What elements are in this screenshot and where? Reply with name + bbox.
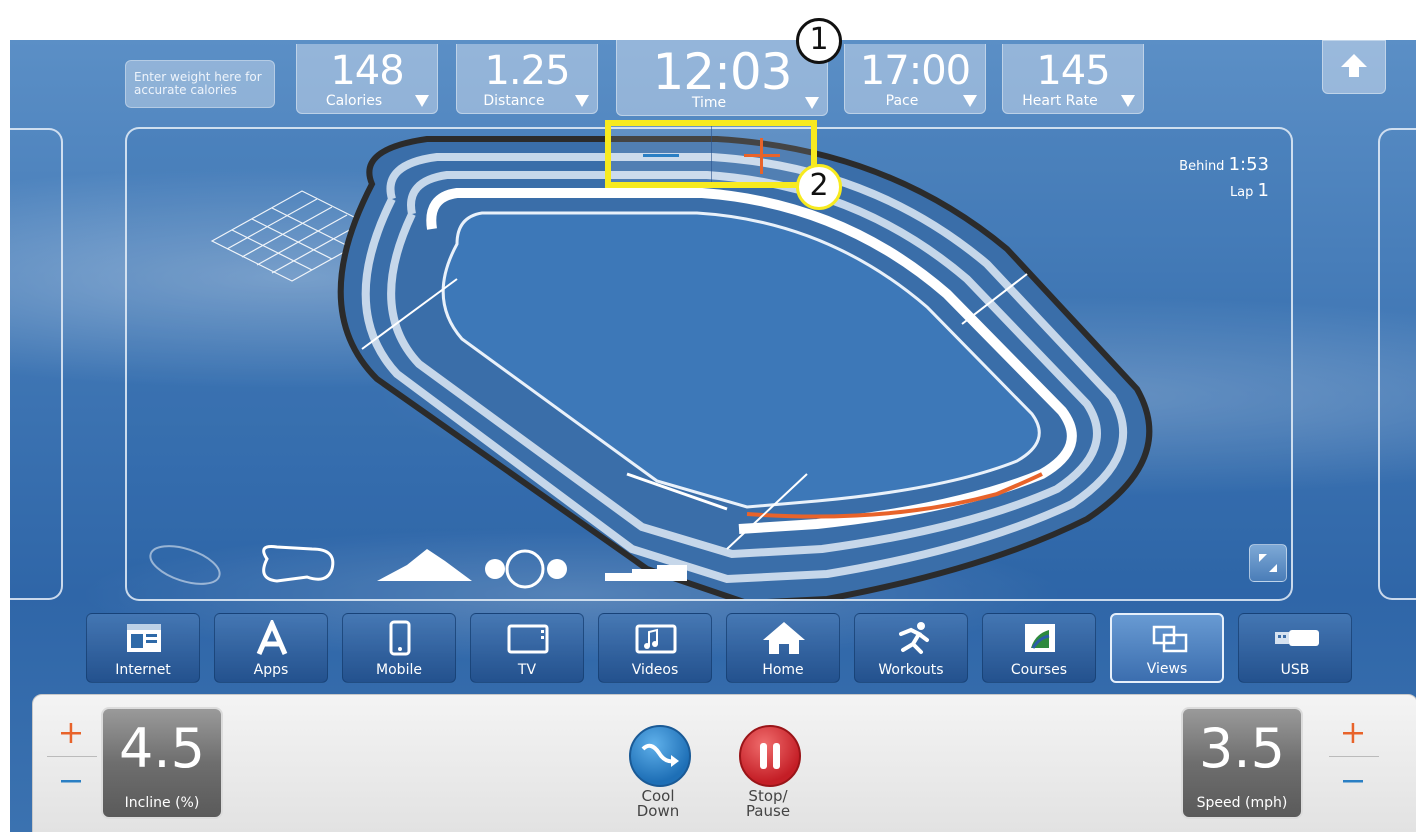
lap-label: Lap bbox=[1229, 185, 1254, 200]
speed-value: 3.5 bbox=[1199, 717, 1285, 780]
minus-icon bbox=[1343, 780, 1363, 783]
time-stat[interactable]: 12:03 Time bbox=[616, 40, 828, 116]
right-panel-edge[interactable] bbox=[1378, 128, 1416, 600]
views-icon bbox=[1152, 625, 1188, 653]
callout-marker-1: 1 bbox=[796, 18, 842, 64]
plus-icon bbox=[744, 138, 780, 174]
incline-label: Incline (%) bbox=[124, 795, 200, 811]
nav-label: Apps bbox=[253, 662, 289, 678]
speed-down-button[interactable] bbox=[1329, 758, 1379, 804]
incline-readout[interactable]: 4.5 Incline (%) bbox=[101, 707, 223, 819]
expand-button[interactable] bbox=[1249, 544, 1287, 582]
nav-item-courses[interactable]: Courses bbox=[982, 613, 1096, 683]
nav-item-usb[interactable]: USB bbox=[1238, 613, 1352, 683]
speed-readout[interactable]: 3.5 Speed (mph) bbox=[1181, 707, 1303, 819]
nav-item-apps[interactable]: Apps bbox=[214, 613, 328, 683]
control-bar: 4.5 Incline (%) Cool Down Stop/Pause 3.5 … bbox=[32, 694, 1416, 832]
pace-value: 17:00 bbox=[859, 48, 971, 94]
left-panel-edge[interactable] bbox=[10, 128, 63, 600]
chevron-down-icon bbox=[963, 95, 977, 107]
minus-icon bbox=[61, 780, 81, 783]
nav-label: USB bbox=[1280, 662, 1310, 678]
incline-up-button[interactable] bbox=[47, 711, 97, 757]
lap-value: 1 bbox=[1257, 180, 1269, 201]
arrow-up-icon bbox=[1341, 54, 1367, 77]
nav-label: Workouts bbox=[878, 662, 944, 678]
nav-item-tv[interactable]: TV bbox=[470, 613, 584, 683]
course-shape-icons bbox=[149, 545, 335, 585]
oval-track-graphic bbox=[149, 136, 1153, 599]
distance-label: Distance bbox=[483, 93, 545, 109]
nav-label: Home bbox=[762, 662, 804, 678]
heart-rate-value: 145 bbox=[1036, 48, 1110, 94]
chevron-down-icon bbox=[805, 97, 819, 109]
nav-item-home[interactable]: Home bbox=[726, 613, 840, 683]
calories-label: Calories bbox=[325, 93, 383, 109]
nav-label: Mobile bbox=[376, 662, 422, 678]
pace-label: Pace bbox=[885, 93, 919, 109]
time-label: Time bbox=[691, 95, 727, 111]
pause-icon bbox=[760, 743, 780, 769]
cool-down-button[interactable] bbox=[629, 725, 691, 787]
nav-item-videos[interactable]: Videos bbox=[598, 613, 712, 683]
plus-icon bbox=[61, 723, 81, 743]
weight-entry-button[interactable]: Enter weight here for accurate calories bbox=[125, 60, 275, 108]
distance-value: 1.25 bbox=[484, 48, 570, 94]
nav-label: Videos bbox=[631, 662, 679, 678]
home-icon bbox=[763, 622, 805, 654]
incline-down-button[interactable] bbox=[47, 758, 97, 804]
video-icon bbox=[635, 624, 677, 654]
time-value: 12:03 bbox=[652, 43, 792, 101]
calories-value: 148 bbox=[330, 48, 404, 94]
incline-value: 4.5 bbox=[119, 717, 205, 780]
nav-item-mobile[interactable]: Mobile bbox=[342, 613, 456, 683]
courses-icon bbox=[1025, 624, 1055, 652]
nav-label: Internet bbox=[115, 662, 171, 678]
distance-stat[interactable]: 1.25 Distance bbox=[456, 44, 598, 114]
stop-pause-label: Stop/Pause bbox=[745, 787, 791, 820]
tv-icon bbox=[507, 624, 549, 654]
decrease-time-button[interactable] bbox=[611, 126, 711, 182]
apps-icon bbox=[256, 620, 288, 655]
minus-icon bbox=[643, 154, 679, 157]
calories-stat[interactable]: 148 Calories bbox=[296, 44, 438, 114]
chevron-down-icon bbox=[1121, 95, 1135, 107]
behind-value: 1:53 bbox=[1228, 154, 1269, 175]
track-panel: Behind 1:53 Lap 1 bbox=[125, 127, 1293, 601]
chevron-down-icon bbox=[575, 95, 589, 107]
nav-label: TV bbox=[517, 662, 537, 678]
callout-marker-2: 2 bbox=[796, 164, 842, 210]
speed-label: Speed (mph) bbox=[1196, 795, 1288, 811]
pace-stat[interactable]: 17:00 Pace bbox=[844, 44, 986, 114]
time-adjust-control bbox=[605, 120, 817, 188]
nav-label: Courses bbox=[1010, 662, 1068, 678]
race-status: Behind 1:53 Lap 1 bbox=[1179, 153, 1269, 205]
heart-rate-label: Heart Rate bbox=[1022, 93, 1098, 109]
cool-down-label: Cool Down bbox=[636, 787, 680, 820]
cool-down-icon bbox=[641, 743, 679, 767]
app-nav-bar: Internet Apps Mobile TV Videos Home Work… bbox=[86, 613, 1352, 685]
behind-label: Behind bbox=[1179, 159, 1225, 174]
phone-icon bbox=[389, 620, 411, 656]
nav-item-internet[interactable]: Internet bbox=[86, 613, 200, 683]
speed-up-button[interactable] bbox=[1329, 711, 1379, 757]
browser-icon bbox=[127, 624, 161, 652]
usb-icon bbox=[1275, 630, 1319, 646]
stop-pause-button[interactable] bbox=[739, 725, 801, 787]
increase-time-button[interactable] bbox=[711, 126, 812, 182]
nav-item-views[interactable]: Views bbox=[1110, 613, 1224, 683]
expand-icon bbox=[1259, 554, 1277, 572]
runner-icon bbox=[899, 622, 929, 654]
nav-label: Views bbox=[1146, 661, 1188, 677]
scroll-up-button[interactable] bbox=[1322, 40, 1386, 94]
chevron-down-icon bbox=[415, 95, 429, 107]
heart-rate-stat[interactable]: 145 Heart Rate bbox=[1002, 44, 1144, 114]
nav-item-workouts[interactable]: Workouts bbox=[854, 613, 968, 683]
plus-icon bbox=[1343, 723, 1363, 743]
treadmill-screen: Enter weight here for accurate calories … bbox=[10, 40, 1416, 832]
